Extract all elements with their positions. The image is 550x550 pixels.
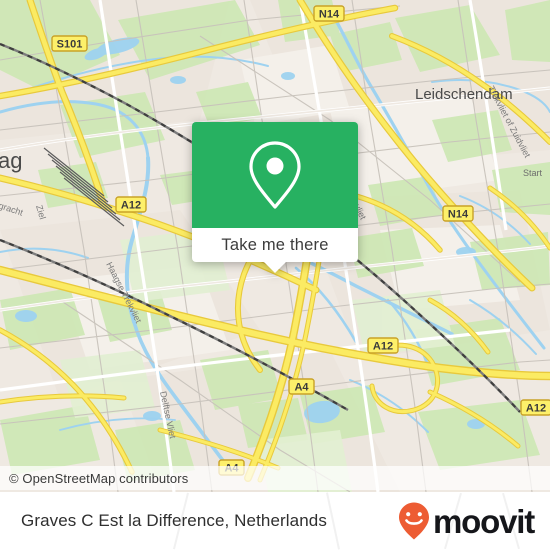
footer-ghost-line-2: [325, 492, 341, 550]
svg-text:A12: A12: [373, 341, 393, 353]
road-shield-a4-center: A4: [288, 378, 315, 395]
page-title: Graves C Est la Difference, Netherlands: [21, 511, 327, 530]
footer-bar: Graves C Est la Difference, Netherlands …: [0, 492, 550, 550]
road-shield-n14-right: N14: [442, 205, 474, 222]
road-shield-s101: S101: [51, 35, 88, 52]
road-shield-a12-left: A12: [115, 196, 147, 213]
callout-pin-panel: [192, 122, 358, 228]
take-me-there-button[interactable]: Take me there: [192, 228, 358, 262]
svg-text:N14: N14: [448, 209, 469, 221]
map-share-card: Leidschendam ag Trekvliet of Zuidvliet H…: [0, 0, 550, 550]
road-shield-a12-center: A12: [367, 337, 399, 354]
road-shield-n14-top: N14: [313, 5, 345, 22]
moovit-wordmark: moovit: [433, 502, 535, 540]
moovit-brand[interactable]: moovit: [397, 501, 535, 541]
svg-text:A4: A4: [294, 382, 309, 394]
road-shield-a12-right: A12: [520, 399, 550, 416]
svg-text:A12: A12: [121, 200, 141, 212]
callout-pointer: [263, 261, 287, 273]
map-pin-icon: [249, 141, 301, 209]
place-label-denhaag: ag: [0, 148, 22, 173]
take-me-there-callout[interactable]: Take me there: [192, 122, 358, 273]
svg-text:N14: N14: [319, 9, 340, 21]
moovit-pin-smile-icon: [399, 502, 430, 540]
map-label-start: Start: [523, 168, 543, 178]
svg-text:A12: A12: [526, 403, 546, 415]
osm-attribution-text: © OpenStreetMap contributors: [9, 470, 189, 486]
osm-attribution[interactable]: © OpenStreetMap contributors: [0, 466, 550, 490]
svg-text:S101: S101: [57, 39, 83, 51]
take-me-there-label: Take me there: [221, 235, 329, 254]
